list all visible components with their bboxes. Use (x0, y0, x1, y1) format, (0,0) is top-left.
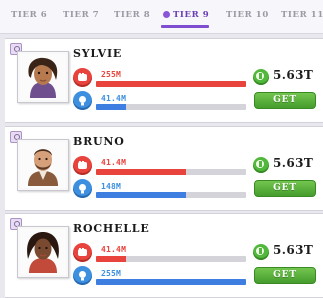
intellect-bar (96, 104, 246, 110)
character-card-rochelle: ROCHELLE 41.4M 255M 5.63T GET (5, 213, 323, 298)
portrait-rochelle (17, 226, 69, 278)
fist-icon (73, 68, 92, 87)
power-value: 41.4M (101, 245, 127, 254)
cash-icon (253, 244, 269, 260)
power-bar (96, 81, 246, 87)
cash-icon (253, 69, 269, 85)
power-value: 41.4M (101, 158, 127, 167)
power-bar (96, 169, 246, 175)
intellect-value: 41.4M (101, 94, 127, 103)
tab-tier-8[interactable]: TIER 8 (114, 10, 150, 28)
character-card-bruno: BRUNO 41.4M 148M 5.63T GET (5, 126, 323, 211)
cost-value: 5.63T (273, 156, 314, 170)
portrait-bruno (17, 139, 69, 191)
intellect-value: 148M (101, 182, 122, 191)
lightbulb-icon (73, 91, 92, 110)
intellect-bar (96, 192, 246, 198)
tab-tier-9-label: TIER 9 (173, 10, 210, 20)
character-name: SYLVIE (73, 47, 123, 60)
lightbulb-icon (73, 179, 92, 198)
get-button[interactable]: GET (254, 267, 316, 284)
character-name: BRUNO (73, 135, 125, 148)
get-button[interactable]: GET (254, 180, 316, 197)
cost-value: 5.63T (273, 68, 314, 82)
character-card-sylvie: SYLVIE 255M 41.4M 5.63T GET (5, 38, 323, 123)
power-value: 255M (101, 70, 122, 79)
intellect-value: 255M (101, 269, 122, 278)
cost-value: 5.63T (273, 243, 314, 257)
tab-tier-11[interactable]: TIER 11 (281, 10, 323, 28)
tab-tier-7[interactable]: TIER 7 (63, 10, 99, 28)
cash-icon (253, 157, 269, 173)
tier-dot-icon (163, 11, 170, 18)
intellect-bar (96, 279, 246, 285)
tier-tabs: TIER 6 TIER 7 TIER 8 TIER 9 TIER 10 TIER… (0, 0, 323, 34)
get-button[interactable]: GET (254, 92, 316, 109)
character-name: ROCHELLE (73, 222, 150, 235)
tab-tier-10[interactable]: TIER 10 (226, 10, 269, 28)
tab-tier-9[interactable]: TIER 9 (160, 10, 210, 28)
portrait-sylvie (17, 51, 69, 103)
fist-icon (73, 156, 92, 175)
lightbulb-icon (73, 266, 92, 285)
power-bar (96, 256, 246, 262)
fist-icon (73, 243, 92, 262)
tab-tier-6[interactable]: TIER 6 (11, 10, 47, 28)
